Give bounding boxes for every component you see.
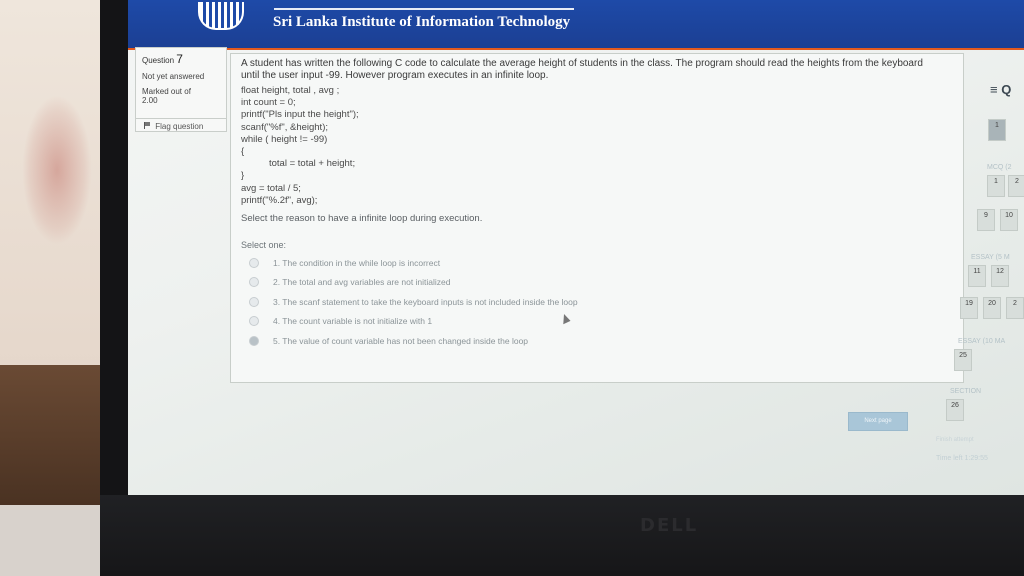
- question-number: Question 7: [142, 52, 183, 66]
- nav-section-essay-2: ESSAY (10 MA: [958, 338, 1006, 345]
- code-line: float height, total , avg ;: [241, 85, 340, 96]
- flag-question-button[interactable]: Flag question: [136, 118, 226, 131]
- answer-option[interactable]: 4. The count variable is not initialize …: [241, 312, 953, 332]
- code-block: float height, total , avg ; int count = …: [241, 85, 953, 207]
- next-page-button[interactable]: Next page: [848, 412, 908, 431]
- nav-button[interactable]: 10: [1000, 209, 1018, 231]
- laptop-bottom-bezel: [100, 495, 1024, 576]
- answer-option[interactable]: 5. The value of count variable has not b…: [241, 331, 953, 351]
- flag-icon: [144, 122, 150, 129]
- code-line: avg = total / 5;: [241, 182, 301, 194]
- nav-button[interactable]: 2: [1006, 297, 1024, 319]
- dell-logo: DELL: [640, 515, 699, 536]
- time-left: Time left 1:29:55: [936, 455, 988, 462]
- radio-button-selected[interactable]: [249, 335, 259, 346]
- question-marks: 2.00: [142, 96, 158, 105]
- radio-button[interactable]: [249, 296, 259, 307]
- banner-line: [274, 8, 574, 10]
- code-line: int count = 0;: [241, 97, 296, 109]
- nav-button[interactable]: 25: [954, 349, 972, 371]
- photo-desk: [0, 365, 110, 505]
- nav-button[interactable]: 19: [960, 297, 978, 319]
- nav-button[interactable]: 1: [987, 175, 1005, 197]
- finish-attempt-link[interactable]: Finish attempt: [936, 437, 974, 443]
- code-line: printf("Pls input the height");: [241, 109, 359, 121]
- radio-button[interactable]: [249, 316, 259, 327]
- question-content-box: A student has written the following C co…: [230, 53, 964, 383]
- question-info-box: Question 7 Not yet answered Marked out o…: [135, 47, 227, 132]
- answer-option[interactable]: 3. The scanf statement to take the keybo…: [241, 292, 953, 312]
- answer-options: 1. The condition in the while loop is in…: [241, 253, 953, 351]
- nav-button[interactable]: 9: [977, 209, 995, 231]
- quiz-navigation-panel: ≡ Q 1 MCQ (2 1 2 9 10 ESSAY (5 M 11 12 1…: [938, 62, 1024, 462]
- quiz-navigation-title: ≡ Q: [990, 82, 1012, 97]
- code-line: {: [241, 146, 245, 158]
- nav-button[interactable]: 11: [968, 265, 986, 287]
- radio-button[interactable]: [249, 277, 259, 288]
- institute-title: Sri Lanka Institute of Information Techn…: [273, 14, 571, 30]
- nav-button[interactable]: 1: [988, 119, 1006, 141]
- code-line: printf("%.2f", avg);: [241, 194, 318, 206]
- question-text: A student has written the following C co…: [241, 58, 923, 81]
- radio-button[interactable]: [249, 257, 259, 268]
- code-line: while ( height != -99): [241, 133, 328, 145]
- code-line: total = total + height;: [269, 158, 356, 170]
- header-banner: Sri Lanka Institute of Information Techn…: [128, 0, 1024, 50]
- nav-button[interactable]: 12: [991, 265, 1009, 287]
- answer-option[interactable]: 2. The total and avg variables are not i…: [241, 273, 953, 293]
- nav-section-mcq: MCQ (2: [987, 164, 1012, 171]
- question-prompt: Select the reason to have a infinite loo…: [241, 213, 483, 225]
- select-one-label: Select one:: [241, 240, 287, 251]
- nav-section-last: SECTION: [950, 388, 982, 395]
- answer-option[interactable]: 1. The condition in the while loop is in…: [241, 253, 953, 273]
- laptop-screen: Sri Lanka Institute of Information Techn…: [128, 0, 1024, 495]
- question-status: Not yet answered: [142, 72, 205, 81]
- nav-section-essay: ESSAY (5 M: [971, 254, 1010, 261]
- code-line: scanf("%f", &height);: [241, 121, 329, 133]
- marked-out-of-label: Marked out of: [142, 87, 191, 96]
- nav-button[interactable]: 2: [1008, 175, 1024, 197]
- nav-button[interactable]: 26: [946, 399, 964, 421]
- nav-button[interactable]: 20: [983, 297, 1001, 319]
- wall-decoration: [22, 95, 92, 245]
- sliit-logo-icon: [198, 2, 244, 30]
- code-line: }: [241, 170, 245, 182]
